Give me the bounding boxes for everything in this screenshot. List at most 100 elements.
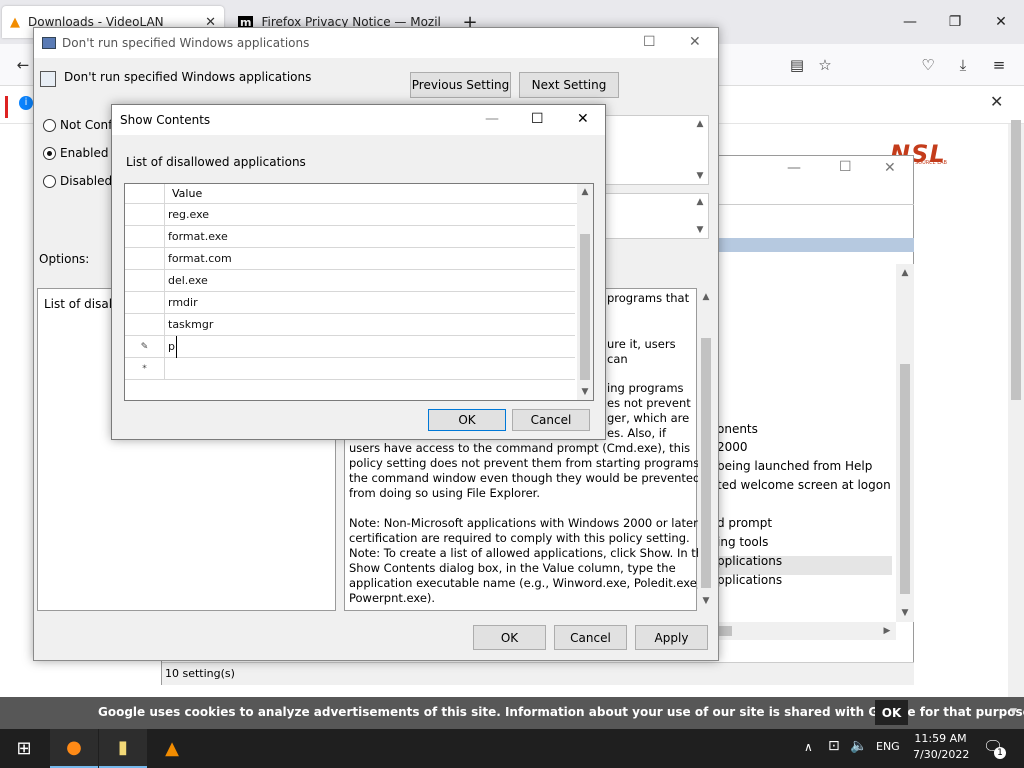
value-cell[interactable] — [167, 358, 168, 380]
value-cell[interactable]: del.exe — [167, 270, 208, 292]
radio-enabled[interactable]: Enabled — [43, 146, 109, 160]
previous-setting-button[interactable]: Previous Setting — [410, 72, 511, 98]
value-cell[interactable]: reg.exe — [167, 204, 209, 226]
pocket-icon[interactable]: ♡ — [917, 54, 939, 76]
supported-scroll-up-icon[interactable]: ▲ — [694, 196, 706, 208]
gp-horizontal-scrollbar[interactable]: ▶ — [702, 622, 896, 640]
value-cell[interactable]: format.exe — [167, 226, 228, 248]
grid-row[interactable]: format.exe — [125, 226, 575, 248]
gp-list-item[interactable]: pplications — [717, 573, 782, 587]
show-title-bar: Show Contents — ☐ ✕ — [112, 105, 605, 135]
grid-scroll-down-icon[interactable]: ▼ — [577, 386, 593, 398]
gp-list-item[interactable]: ing tools — [717, 535, 768, 549]
policy-cancel-button[interactable]: Cancel — [554, 625, 627, 650]
policy-close-button[interactable]: ✕ — [689, 34, 701, 50]
show-cancel-button[interactable]: Cancel — [512, 409, 590, 431]
bookmark-star-icon[interactable]: ☆ — [814, 54, 836, 76]
grid-scroll-thumb[interactable] — [580, 234, 590, 380]
grid-row[interactable]: taskmgr — [125, 314, 575, 336]
gp-list-item[interactable]: pplications — [717, 554, 782, 568]
show-maximize-button[interactable]: ☐ — [531, 111, 544, 127]
gp-list-item[interactable]: onents — [717, 422, 758, 436]
help-scrollbar[interactable]: ▲ ▼ — [698, 288, 714, 611]
policy-maximize-button[interactable]: ☐ — [643, 34, 656, 50]
gp-close-button[interactable]: ✕ — [884, 160, 896, 176]
row-selector[interactable] — [125, 204, 165, 226]
value-cell-editing[interactable]: p — [167, 336, 177, 358]
gp-scroll-up-icon[interactable]: ▲ — [896, 266, 914, 280]
comment-scroll-up-icon[interactable]: ▲ — [694, 118, 706, 130]
close-window-button[interactable]: ✕ — [986, 8, 1016, 36]
value-column-header[interactable]: Value — [172, 187, 202, 200]
gp-list-item[interactable]: d prompt — [717, 516, 772, 530]
help-scroll-thumb[interactable] — [701, 338, 711, 588]
reader-view-icon[interactable]: ▤ — [786, 54, 808, 76]
grid-row[interactable]: rmdir — [125, 292, 575, 314]
volume-icon[interactable]: 🔈 — [850, 738, 867, 754]
grid-row[interactable]: reg.exe — [125, 204, 575, 226]
row-selector[interactable] — [125, 270, 165, 292]
radio-circle — [43, 174, 56, 188]
grid-row[interactable]: format.com — [125, 248, 575, 270]
cookie-scroll-down-icon[interactable]: ▼ — [1010, 707, 1017, 717]
help-fragment: programs that — [607, 291, 690, 305]
grid-row[interactable]: * — [125, 358, 575, 380]
grid-row[interactable]: del.exe — [125, 270, 575, 292]
show-ok-button[interactable]: OK — [428, 409, 506, 431]
comment-scroll-down-icon[interactable]: ▼ — [694, 170, 706, 182]
maximize-button[interactable]: ❐ — [940, 8, 970, 36]
network-icon[interactable]: ⊡ — [828, 738, 840, 754]
language-indicator[interactable]: ENG — [876, 740, 900, 753]
grid-corner — [125, 184, 165, 204]
value-cell[interactable]: taskmgr — [167, 314, 213, 336]
notepad-taskbar-icon[interactable]: ▮ — [99, 729, 147, 768]
row-selector[interactable] — [125, 248, 165, 270]
value-cell[interactable]: format.com — [167, 248, 232, 270]
cookie-ok-button[interactable]: OK — [875, 700, 908, 725]
edit-pencil-icon[interactable]: ✎ — [125, 336, 165, 358]
policy-apply-button[interactable]: Apply — [635, 625, 708, 650]
vlc-taskbar-icon[interactable]: ▲ — [148, 729, 196, 768]
firefox-taskbar-icon[interactable]: ● — [50, 729, 98, 768]
row-selector[interactable] — [125, 292, 165, 314]
gp-vertical-scrollbar[interactable]: ▲ ▼ — [896, 264, 914, 622]
help-scroll-down-icon[interactable]: ▼ — [698, 594, 714, 608]
gp-scroll-thumb[interactable] — [900, 364, 910, 594]
next-setting-button[interactable]: Next Setting — [519, 72, 619, 98]
row-selector[interactable] — [125, 226, 165, 248]
gp-scroll-right-icon[interactable]: ▶ — [880, 624, 894, 638]
minimize-button[interactable]: — — [895, 8, 925, 36]
gp-list-item[interactable]: ted welcome screen at logon — [717, 478, 891, 492]
close-notification-icon[interactable]: ✕ — [990, 92, 1003, 111]
menu-icon[interactable]: ≡ — [988, 54, 1010, 76]
comment-box[interactable]: ▲ ▼ — [599, 115, 709, 185]
downloads-icon[interactable]: ⤓ — [952, 54, 974, 76]
start-button-icon[interactable]: ⊞ — [0, 729, 48, 768]
gp-list-item[interactable]: 2000 — [717, 440, 748, 454]
radio-circle — [43, 118, 56, 132]
show-close-button[interactable]: ✕ — [577, 111, 589, 127]
value-cell[interactable]: rmdir — [167, 292, 198, 314]
gp-list-item[interactable]: being launched from Help — [717, 459, 872, 473]
row-selector[interactable] — [125, 314, 165, 336]
clock-date: 7/30/2022 — [913, 748, 970, 761]
policy-ok-button[interactable]: OK — [473, 625, 546, 650]
grid-row[interactable]: ✎ p — [125, 336, 575, 358]
page-scrollbar-thumb[interactable] — [1011, 120, 1021, 400]
gp-maximize-button[interactable]: ☐ — [839, 159, 852, 175]
help-scroll-up-icon[interactable]: ▲ — [698, 290, 714, 304]
clock[interactable]: 11:59 AM 7/30/2022 — [913, 732, 970, 761]
gp-scroll-down-icon[interactable]: ▼ — [896, 606, 914, 620]
show-window-title: Show Contents — [120, 113, 211, 127]
back-arrow-icon[interactable]: ← — [12, 54, 34, 76]
show-hidden-icons-icon[interactable]: ∧ — [804, 740, 813, 754]
show-minimize-button[interactable]: — — [485, 111, 499, 127]
grid-scroll-up-icon[interactable]: ▲ — [577, 186, 593, 198]
page-scrollbar[interactable] — [1008, 120, 1024, 700]
grid-scrollbar[interactable]: ▲ ▼ — [577, 184, 593, 400]
supported-scroll-down-icon[interactable]: ▼ — [694, 224, 706, 236]
radio-disabled[interactable]: Disabled — [43, 174, 112, 188]
gp-minimize-button[interactable]: — — [787, 160, 801, 176]
new-row-icon[interactable]: * — [125, 358, 165, 380]
cookie-consent-bar: Google uses cookies to analyze advertise… — [0, 697, 1024, 729]
